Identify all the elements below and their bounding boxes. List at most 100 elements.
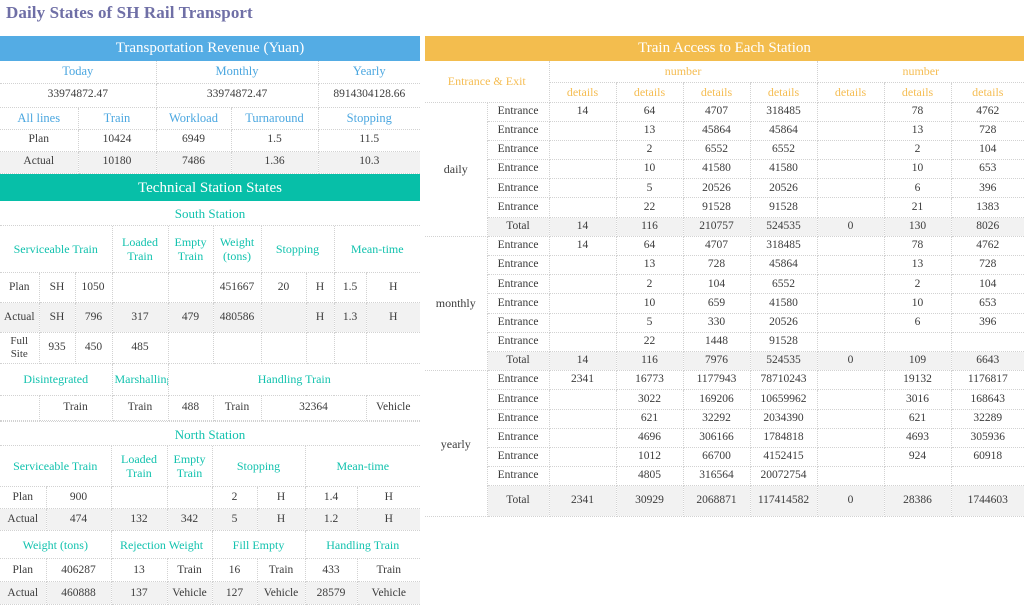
access-cell: 22 [616,332,683,351]
north-header-meantime: Mean-time [305,446,420,487]
revenue-amount-row: 33974872.47 33974872.47 8914304128.66 [0,83,420,107]
access-group-label-monthly: monthly [425,236,487,370]
north-actual-meantime-unit: H [357,509,420,531]
access-cell [817,371,884,390]
access-row-name: Entrance [487,140,549,159]
access-row-name: Entrance [487,275,549,294]
revenue-actual-turnaround: 1.36 [231,151,318,173]
table-row: Entrance 22 91528 91528 21 1383 [425,198,1024,217]
access-cell: 91528 [750,332,817,351]
south-station-table: Serviceable Train Loaded Train Empty Tra… [0,226,420,421]
north-actual2-rejection-unit: Vehicle [167,582,212,605]
access-detail-header-7: details [951,82,1024,102]
south-sub-handling-value: 32364 [261,395,366,420]
revenue-row-actual: Actual 10180 7486 1.36 10.3 [0,151,420,173]
access-cell: 5 [616,313,683,332]
south-subheader-row: Disintegrated Marshalling Handling Train [0,363,420,395]
revenue-actual-label: Actual [0,151,78,173]
access-total-cell: 14 [549,351,616,370]
access-total-row: Total 14 116 210757 524535 0 130 8026 [425,217,1024,236]
north-plan2-handling-unit: Train [357,559,420,582]
access-cell: 169206 [683,390,750,409]
south-sub-disintegrated-unit: Train [39,395,112,420]
access-total-label: Total [487,351,549,370]
access-cell [549,409,616,428]
access-cell: 728 [951,256,1024,275]
revenue-header-all-lines: All lines [0,107,78,129]
north-plan-serviceable: 900 [46,487,111,509]
south-plan-stopping-unit: H [306,273,334,303]
north-actual2-handling: 28579 [305,582,357,605]
north-actual-empty: 342 [167,509,212,531]
access-cell: 91528 [750,198,817,217]
access-cell: 32292 [683,409,750,428]
access-cell: 318485 [750,102,817,121]
access-cell [884,332,951,351]
north-plan-loaded [111,487,167,509]
access-total-cell: 2068871 [683,486,750,517]
access-cell [817,428,884,447]
table-row: Entrance 4805 316564 20072754 [425,467,1024,486]
revenue-header-workload: Workload [156,107,231,129]
revenue-plan-turnaround: 1.5 [231,129,318,151]
access-cell [549,332,616,351]
access-total-cell: 130 [884,217,951,236]
access-cell: 32289 [951,409,1024,428]
access-row-name: Entrance [487,236,549,255]
north-header-weight: Weight (tons) [0,531,111,559]
access-cell: 10659962 [750,390,817,409]
access-row-name: Entrance [487,179,549,198]
access-cell: 78710243 [750,371,817,390]
table-row: Entrance 10 41580 41580 10 653 [425,160,1024,179]
south-plan-serviceable: 1050 [75,273,112,303]
access-total-label: Total [487,486,549,517]
access-row-name: Entrance [487,102,549,121]
revenue-period-today: Today [0,61,156,83]
north-actual2-fill: 127 [212,582,257,605]
access-cell: 2341 [549,371,616,390]
access-cell: 306166 [683,428,750,447]
access-cell: 104 [951,275,1024,294]
access-cell: 2 [616,275,683,294]
access-row-name: Entrance [487,256,549,275]
access-cell: 78 [884,102,951,121]
access-cell: 396 [951,179,1024,198]
south-subvalue-row: Train Train 488 Train 32364 Vehicle [0,395,420,420]
south-plan-loaded [112,273,168,303]
access-total-cell: 6643 [951,351,1024,370]
south-subheader-marshalling: Marshalling [112,363,168,395]
access-cell: 10 [616,294,683,313]
access-cell: 653 [951,294,1024,313]
access-cell: 60918 [951,447,1024,466]
south-row-actual: Actual SH 796 317 479 480586 H 1.3 H [0,303,420,333]
south-fullsite-b: 450 [75,333,112,364]
revenue-period-monthly: Monthly [156,61,318,83]
south-plan-sh: SH [39,273,75,303]
south-actual-empty: 479 [168,303,213,333]
table-row: Entrance 3022 169206 10659962 3016 16864… [425,390,1024,409]
access-cell: 21 [884,198,951,217]
revenue-amount-today: 33974872.47 [0,83,156,107]
south-header-row: Serviceable Train Loaded Train Empty Tra… [0,226,420,273]
access-cell [817,140,884,159]
access-cell: 4762 [951,236,1024,255]
access-cell: 3016 [884,390,951,409]
access-cell: 316564 [683,467,750,486]
access-cell [817,121,884,140]
access-cell: 13 [616,256,683,275]
right-panel: Train Access to Each Station Entrance & … [425,36,1024,517]
table-row: Entrance 1012 66700 4152415 924 60918 [425,447,1024,466]
south-station-title: South Station [0,201,420,226]
access-banner: Train Access to Each Station [425,36,1024,61]
access-total-label: Total [487,217,549,236]
south-plan-weight: 451667 [213,273,261,303]
access-cell: 1784818 [750,428,817,447]
south-sub-handling-unit-1: Train [213,395,261,420]
access-total-cell: 210757 [683,217,750,236]
access-cell: 659 [683,294,750,313]
revenue-header-stopping: Stopping [318,107,420,129]
north-plan2-fill-unit: Train [257,559,305,582]
access-cell [817,256,884,275]
access-cell: 13 [616,121,683,140]
access-cell [817,198,884,217]
